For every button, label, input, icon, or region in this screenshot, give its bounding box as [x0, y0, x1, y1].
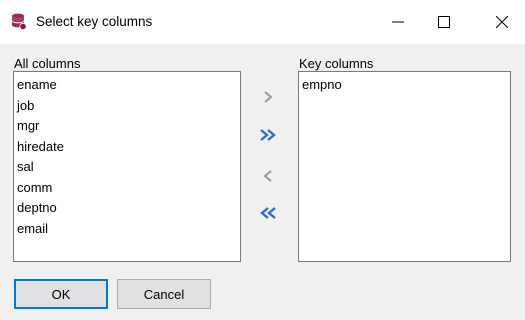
list-item[interactable]: mgr [17, 116, 240, 137]
move-all-left-button[interactable] [256, 202, 280, 224]
double-chevron-left-icon [260, 207, 276, 219]
all-columns-list[interactable]: ename job mgr hiredate sal comm deptno e… [13, 71, 241, 262]
list-item[interactable]: sal [17, 157, 240, 178]
all-columns-label: All columns [14, 56, 81, 71]
close-button[interactable] [479, 0, 525, 44]
maximize-button[interactable] [421, 0, 467, 44]
database-icon [11, 13, 27, 31]
list-item[interactable]: ename [17, 75, 240, 96]
list-item[interactable]: email [17, 219, 240, 240]
minimize-button[interactable] [375, 0, 421, 44]
minimize-icon [392, 21, 404, 23]
ok-button[interactable]: OK [14, 279, 108, 309]
title-bar: Select key columns [0, 0, 525, 44]
close-icon [496, 16, 508, 28]
move-left-button[interactable] [256, 165, 280, 187]
move-all-right-button[interactable] [256, 124, 280, 146]
list-item[interactable]: comm [17, 178, 240, 199]
double-chevron-right-icon [260, 129, 276, 141]
window-title: Select key columns [36, 14, 153, 29]
key-columns-label: Key columns [299, 56, 374, 71]
list-item[interactable]: empno [302, 75, 510, 96]
chevron-left-icon [263, 170, 272, 182]
list-item[interactable]: job [17, 96, 240, 117]
list-item[interactable]: hiredate [17, 137, 240, 158]
chevron-right-icon [264, 91, 273, 103]
cancel-button[interactable]: Cancel [117, 279, 211, 309]
key-columns-list[interactable]: empno [298, 71, 511, 262]
maximize-icon [438, 16, 450, 28]
list-item[interactable]: deptno [17, 198, 240, 219]
move-right-button[interactable] [256, 86, 280, 108]
